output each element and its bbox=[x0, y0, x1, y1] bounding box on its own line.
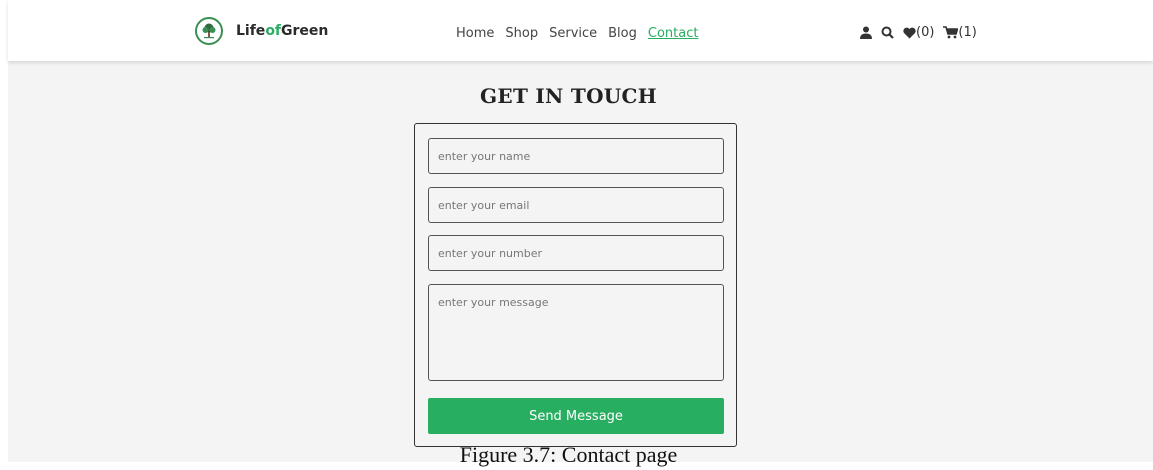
nav-service[interactable]: Service bbox=[549, 26, 597, 41]
cart-button[interactable]: (1) bbox=[943, 25, 977, 40]
figure-caption: Figure 3.7: Contact page bbox=[459, 442, 678, 467]
site-header: LifeofGreen Home Shop Service Blog Conta… bbox=[8, 0, 1153, 61]
message-textarea[interactable] bbox=[428, 284, 724, 381]
user-icon[interactable] bbox=[860, 26, 872, 39]
send-message-button[interactable]: Send Message bbox=[428, 398, 724, 434]
nav-blog[interactable]: Blog bbox=[608, 26, 637, 41]
name-input[interactable] bbox=[428, 138, 724, 174]
number-input[interactable] bbox=[428, 235, 724, 271]
nav-contact[interactable]: Contact bbox=[648, 26, 699, 41]
email-input[interactable] bbox=[428, 187, 724, 223]
main-nav: Home Shop Service Blog Contact bbox=[456, 26, 698, 41]
search-icon[interactable] bbox=[881, 26, 894, 39]
header-icons: (0) (1) bbox=[860, 25, 977, 40]
nav-shop[interactable]: Shop bbox=[505, 26, 538, 41]
nav-home[interactable]: Home bbox=[456, 26, 494, 41]
cart-icon bbox=[943, 26, 959, 39]
contact-form: Send Message bbox=[414, 123, 737, 447]
wishlist-button[interactable]: (0) bbox=[903, 25, 934, 40]
cart-count: (1) bbox=[958, 25, 977, 40]
wishlist-count: (0) bbox=[916, 25, 935, 40]
brand-logo[interactable]: LifeofGreen bbox=[195, 17, 328, 45]
brand-name: LifeofGreen bbox=[236, 23, 329, 39]
page-title: GET IN TOUCH bbox=[480, 84, 657, 108]
tree-logo-icon bbox=[195, 17, 223, 45]
heart-icon bbox=[903, 27, 916, 38]
